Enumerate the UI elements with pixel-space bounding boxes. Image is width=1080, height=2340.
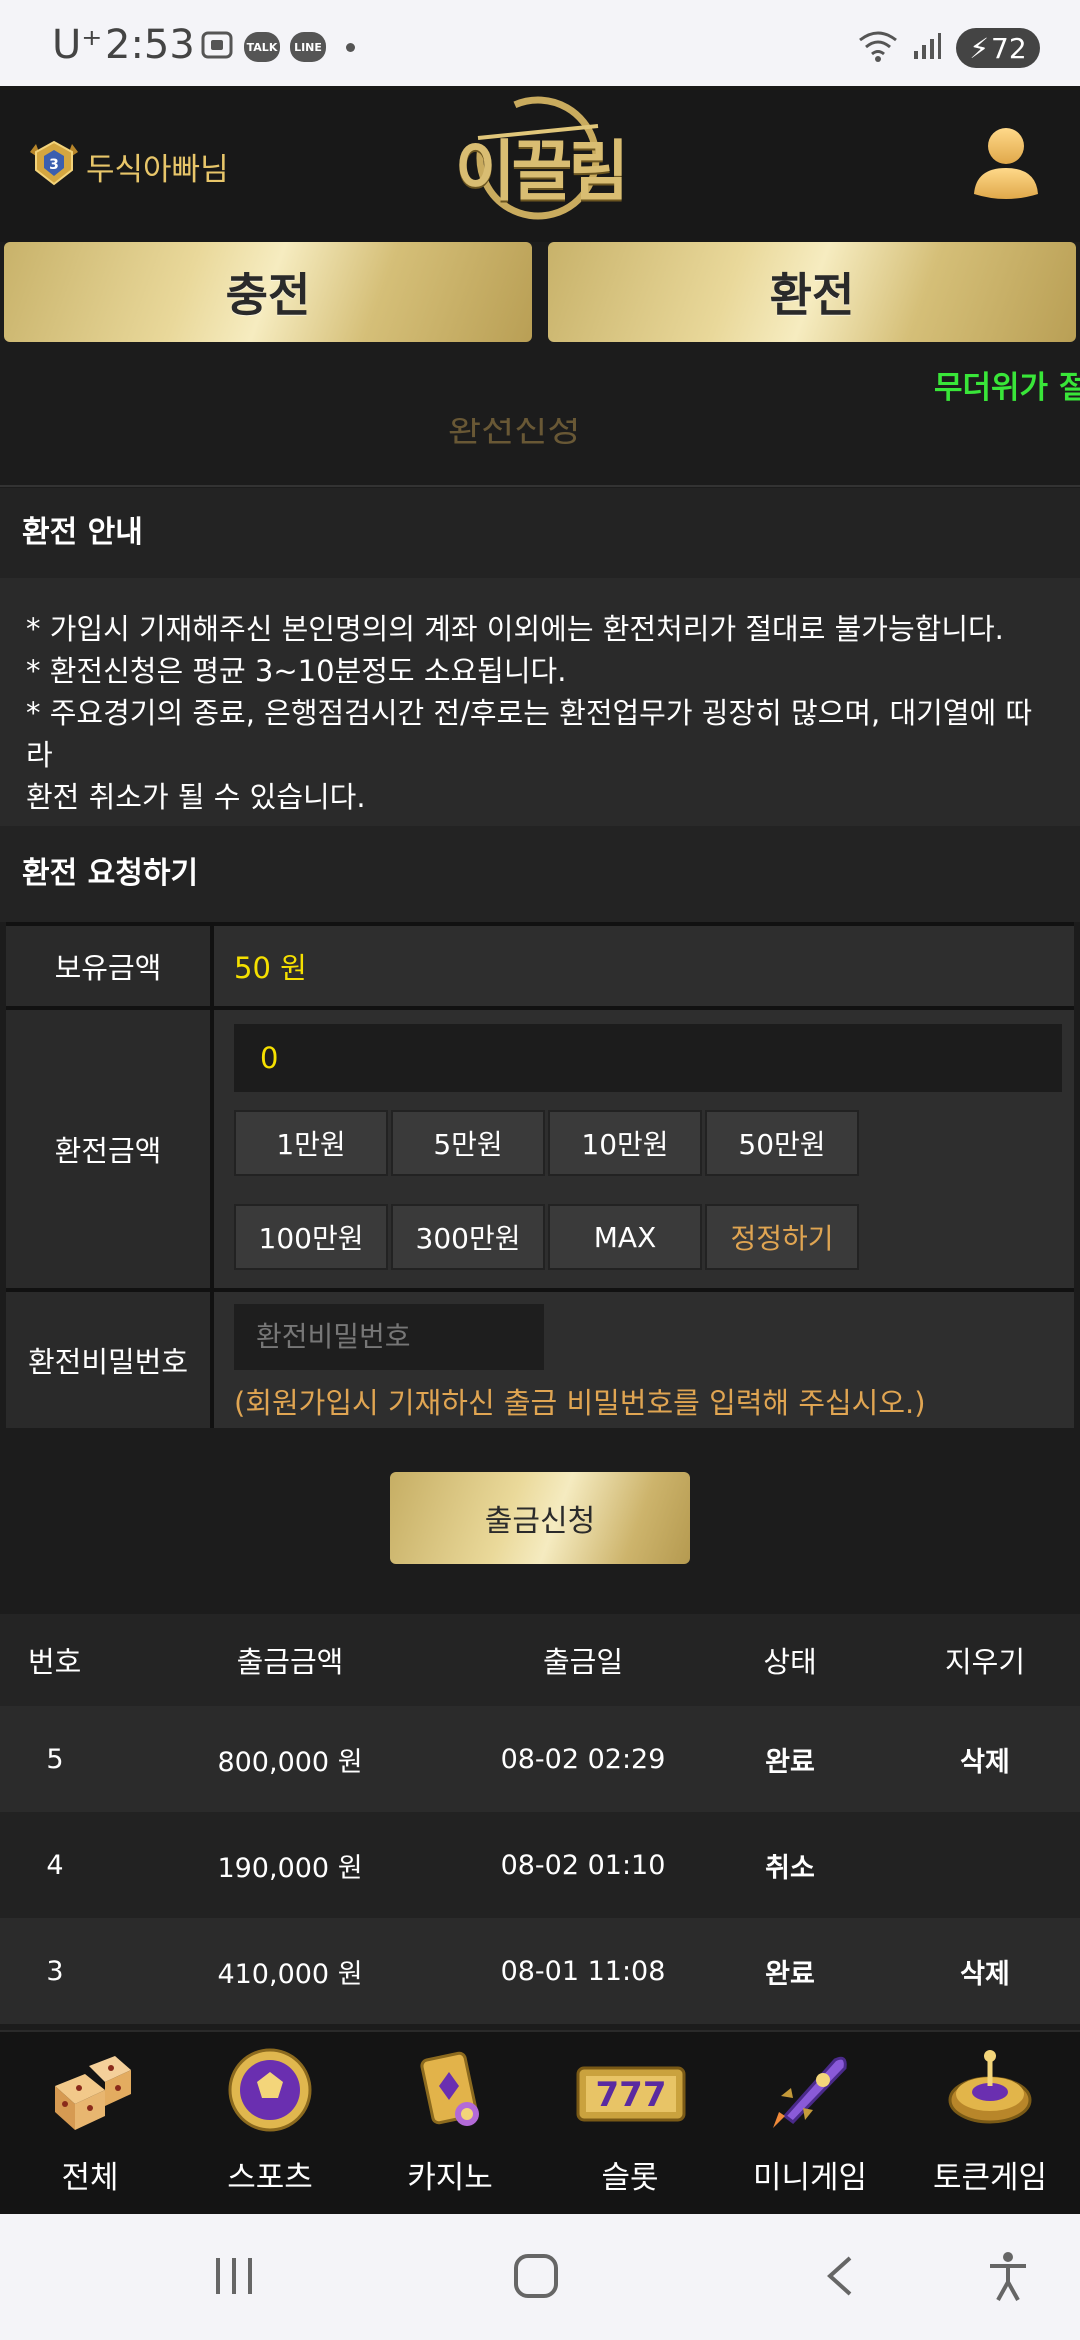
notice-box: * 가입시 기재해주신 본인명의의 계좌 이외에는 환전처리가 절대로 불가능합… (0, 578, 1080, 826)
reset-amount-button[interactable]: 정정하기 (705, 1204, 859, 1270)
line-icon: LINE (290, 32, 326, 62)
password-label: 환전비밀번호 (6, 1292, 214, 1428)
battery-level: 72 (991, 31, 1027, 65)
roulette-icon (945, 2046, 1035, 2136)
wifi-icon (858, 30, 898, 66)
nav-all-label: 전체 (61, 2160, 119, 2196)
row-amount: 410,000 원 (217, 1958, 363, 1990)
rocket-icon (765, 2046, 855, 2136)
nav-slot-label: 슬롯 (601, 2160, 659, 2196)
password-row: 환전비밀번호 환전비밀번호 (회원가입시 기재하신 출금 비밀번호를 입력해 주… (6, 1288, 1074, 1428)
exchange-button[interactable]: 환전 (548, 242, 1076, 342)
delete-button[interactable]: 삭제 (900, 1706, 1070, 1812)
row-amount: 800,000 원 (217, 1746, 363, 1778)
nav-minigame-label: 미니게임 (752, 2160, 868, 2196)
row-number: 5 (46, 1743, 64, 1775)
status-bar: U⁺ 2:53 TALK LINE ⚡ 72 (0, 0, 1080, 86)
nav-token-game[interactable]: 토큰게임 (900, 2032, 1080, 2216)
nav-sports[interactable]: 스포츠 (180, 2032, 360, 2216)
notice-line: * 환전신청은 평균 3~10분정도 소요됩니다. (26, 654, 567, 688)
bottom-navigation: 전체 스포츠 카지노 777 슬롯 미니게임 토큰게임 (0, 2030, 1080, 2214)
playing-cards-icon (405, 2046, 495, 2136)
request-section-title: 환전 요청하기 (0, 826, 1080, 922)
chip-500k-button[interactable]: 50만원 (705, 1110, 859, 1176)
brand-logo-text: 이끌림 (454, 133, 629, 210)
system-navigation-bar (0, 2214, 1080, 2340)
chip-max-button[interactable]: MAX (548, 1204, 702, 1270)
amount-input[interactable]: 0 (234, 1024, 1062, 1092)
nav-casino-label: 카지노 (407, 2160, 493, 2196)
soccer-ball-icon (225, 2046, 315, 2136)
rank-badge-icon: 3 (26, 138, 82, 188)
balance-label: 보유금액 (6, 926, 214, 1006)
nav-casino[interactable]: 카지노 (360, 2032, 540, 2216)
username[interactable]: 두식아빠님 (86, 144, 229, 189)
table-row: 4 190,000 원 08-02 01:10 취소 (0, 1812, 1080, 1918)
password-hint: (회원가입시 기재하신 출금 비밀번호를 입력해 주십시오.) (234, 1386, 926, 1420)
accessibility-icon[interactable] (986, 2250, 1030, 2306)
notification-dot-icon (346, 42, 355, 52)
talk-icon: TALK (244, 32, 280, 62)
nav-all[interactable]: 전체 (0, 2032, 180, 2216)
row-status: 완료 (765, 1746, 815, 1778)
profile-icon[interactable] (970, 124, 1042, 202)
notice-section-title: 환전 안내 (0, 488, 1080, 578)
battery-indicator: ⚡ 72 (956, 28, 1040, 68)
balance-row: 보유금액 50 원 (6, 922, 1074, 1006)
col-date: 출금일 (542, 1645, 624, 1679)
notice-line: * 가입시 기재해주신 본인명의의 계좌 이외에는 환전처리가 절대로 불가능합… (26, 612, 1004, 646)
chip-1m-button[interactable]: 100만원 (234, 1204, 388, 1270)
notice-line: 환전 취소가 될 수 있습니다. (26, 780, 366, 814)
dice-icon (45, 2046, 135, 2136)
charge-button[interactable]: 충전 (4, 242, 532, 342)
slot-777-icon: 777 (576, 2046, 686, 2136)
row-amount: 190,000 원 (217, 1852, 363, 1884)
chip-10k-button[interactable]: 1만원 (234, 1110, 388, 1176)
delete-button[interactable]: 삭제 (900, 1918, 1070, 2024)
back-icon[interactable] (820, 2254, 860, 2302)
balance-value: 50 원 (234, 951, 307, 985)
svg-text:3: 3 (49, 157, 59, 173)
row-date: 08-02 02:29 (500, 1743, 666, 1775)
nav-sports-label: 스포츠 (227, 2160, 313, 2196)
delete-button (900, 1812, 1070, 1918)
row-date: 08-01 11:08 (500, 1955, 666, 1987)
row-number: 3 (46, 1955, 64, 1987)
table-row: 3 410,000 원 08-01 11:08 완료 삭제 (0, 1918, 1080, 2024)
notice-line: * 주요경기의 종료, 은행점검시간 전/후로는 환전업무가 굉장히 많으며, … (26, 696, 1033, 772)
col-amount: 출금금액 (236, 1645, 344, 1679)
col-delete: 지우기 (944, 1645, 1026, 1679)
chip-100k-button[interactable]: 10만원 (548, 1110, 702, 1176)
amount-label: 환전금액 (6, 1010, 214, 1288)
chip-3m-button[interactable]: 300만원 (391, 1204, 545, 1270)
nav-slot[interactable]: 777 슬롯 (540, 2032, 720, 2216)
table-row: 5 800,000 원 08-02 02:29 완료 삭제 (0, 1706, 1080, 1812)
password-input[interactable]: 환전비밀번호 (234, 1304, 544, 1370)
carrier-label: U⁺ (52, 22, 103, 68)
row-date: 08-02 01:10 (500, 1849, 666, 1881)
screenshot-icon (200, 30, 234, 64)
amount-row: 환전금액 0 1만원 5만원 10만원 50만원 100만원 300만원 MAX… (6, 1006, 1074, 1288)
row-status: 취소 (765, 1852, 815, 1884)
history-table-header: 번호 출금금액 출금일 상태 지우기 (0, 1614, 1080, 1706)
bolt-icon: ⚡ (969, 31, 990, 65)
home-icon[interactable] (512, 2252, 560, 2304)
recent-apps-icon[interactable] (212, 2254, 256, 2302)
signal-icon (912, 31, 942, 65)
nav-minigame[interactable]: 미니게임 (720, 2032, 900, 2216)
row-number: 4 (46, 1849, 64, 1881)
page-heading-partial: 환전신청 (448, 418, 581, 448)
chip-50k-button[interactable]: 5만원 (391, 1110, 545, 1176)
col-number: 번호 (28, 1645, 82, 1679)
col-status: 상태 (763, 1645, 817, 1679)
withdraw-request-button[interactable]: 출금신청 (390, 1472, 690, 1564)
marquee-notice: 무더위가 절 (934, 370, 1080, 406)
nav-token-game-label: 토큰게임 (932, 2160, 1048, 2196)
divider (0, 485, 1080, 487)
svg-text:777: 777 (596, 2075, 667, 2115)
row-status: 완료 (765, 1958, 815, 1990)
clock: 2:53 (105, 22, 195, 68)
